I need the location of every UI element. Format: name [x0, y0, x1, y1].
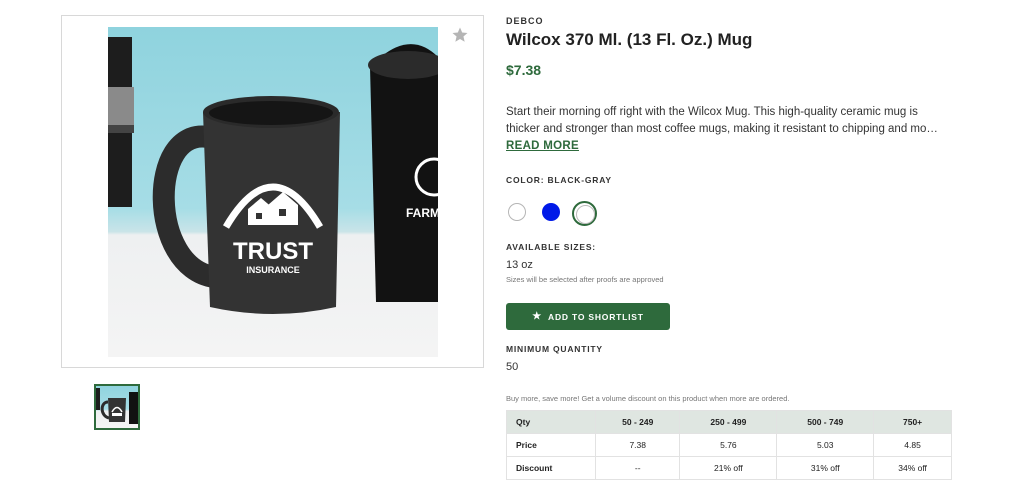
minimum-quantity-label: MINIMUM QUANTITY: [506, 344, 603, 354]
volume-discount-note: Buy more, save more! Get a volume discou…: [506, 394, 790, 403]
description-line-2: thicker and stronger than most coffee mu…: [506, 123, 938, 135]
table-cell: 5.76: [679, 433, 778, 457]
color-swatch-black-gray-selected[interactable]: [572, 201, 597, 226]
table-row-discount: Discount -- 21% off 31% off 34% off: [506, 456, 952, 480]
color-label: COLOR: BLACK-GRAY: [506, 175, 612, 185]
table-cell: 4.85: [873, 433, 952, 457]
thumbnail-image: [96, 388, 138, 424]
product-price: $7.38: [506, 62, 542, 78]
table-cell: 750+: [873, 410, 952, 434]
sizes-label: AVAILABLE SIZES:: [506, 242, 596, 252]
size-value: 13 oz: [506, 259, 533, 271]
table-cell: 31% off: [776, 456, 875, 480]
table-cell: Qty: [506, 410, 596, 434]
product-description: Start their morning off right with the W…: [506, 104, 952, 138]
add-to-shortlist-button[interactable]: ★ ADD TO SHORTLIST: [506, 303, 670, 330]
mug-logo-subtext: INSURANCE: [246, 265, 300, 275]
brand-name[interactable]: DEBCO: [506, 16, 544, 26]
shortlist-label: ADD TO SHORTLIST: [548, 311, 644, 322]
table-row-price: Price 7.38 5.76 5.03 4.85: [506, 433, 952, 457]
table-cell: --: [594, 456, 681, 480]
color-swatch-white[interactable]: [508, 203, 526, 221]
product-title: Wilcox 370 Ml. (13 Fl. Oz.) Mug: [506, 30, 753, 49]
table-cell: 500 - 749: [776, 410, 875, 434]
mug-illustration: FARM TRUST INSURANCE: [108, 37, 438, 314]
table-cell: 250 - 499: [679, 410, 778, 434]
table-cell: 50 - 249: [594, 410, 681, 434]
pricing-table: Qty 50 - 249 250 - 499 500 - 749 750+ Pr…: [506, 410, 952, 480]
size-note: Sizes will be selected after proofs are …: [506, 275, 664, 284]
second-mug-text: FARM: [406, 206, 438, 220]
description-line-1: Start their morning off right with the W…: [506, 106, 918, 118]
mug-logo-text: TRUST: [233, 238, 313, 265]
read-more-link[interactable]: READ MORE: [506, 140, 579, 152]
table-cell: Price: [506, 433, 596, 457]
product-thumbnail[interactable]: [94, 384, 140, 430]
color-swatch-blue[interactable]: [542, 203, 560, 221]
table-row-qty: Qty 50 - 249 250 - 499 500 - 749 750+: [506, 410, 952, 434]
table-cell: 21% off: [679, 456, 778, 480]
favorite-star-icon[interactable]: [451, 26, 469, 44]
table-cell: Discount: [506, 456, 596, 480]
minimum-quantity-value: 50: [506, 361, 519, 373]
table-cell: 7.38: [594, 433, 681, 457]
main-image-frame: FARM TRUST INSURANCE: [61, 15, 484, 368]
table-cell: 5.03: [776, 433, 875, 457]
star-icon: ★: [532, 310, 542, 322]
table-cell: 34% off: [873, 456, 952, 480]
product-main-image[interactable]: FARM TRUST INSURANCE: [108, 27, 438, 357]
